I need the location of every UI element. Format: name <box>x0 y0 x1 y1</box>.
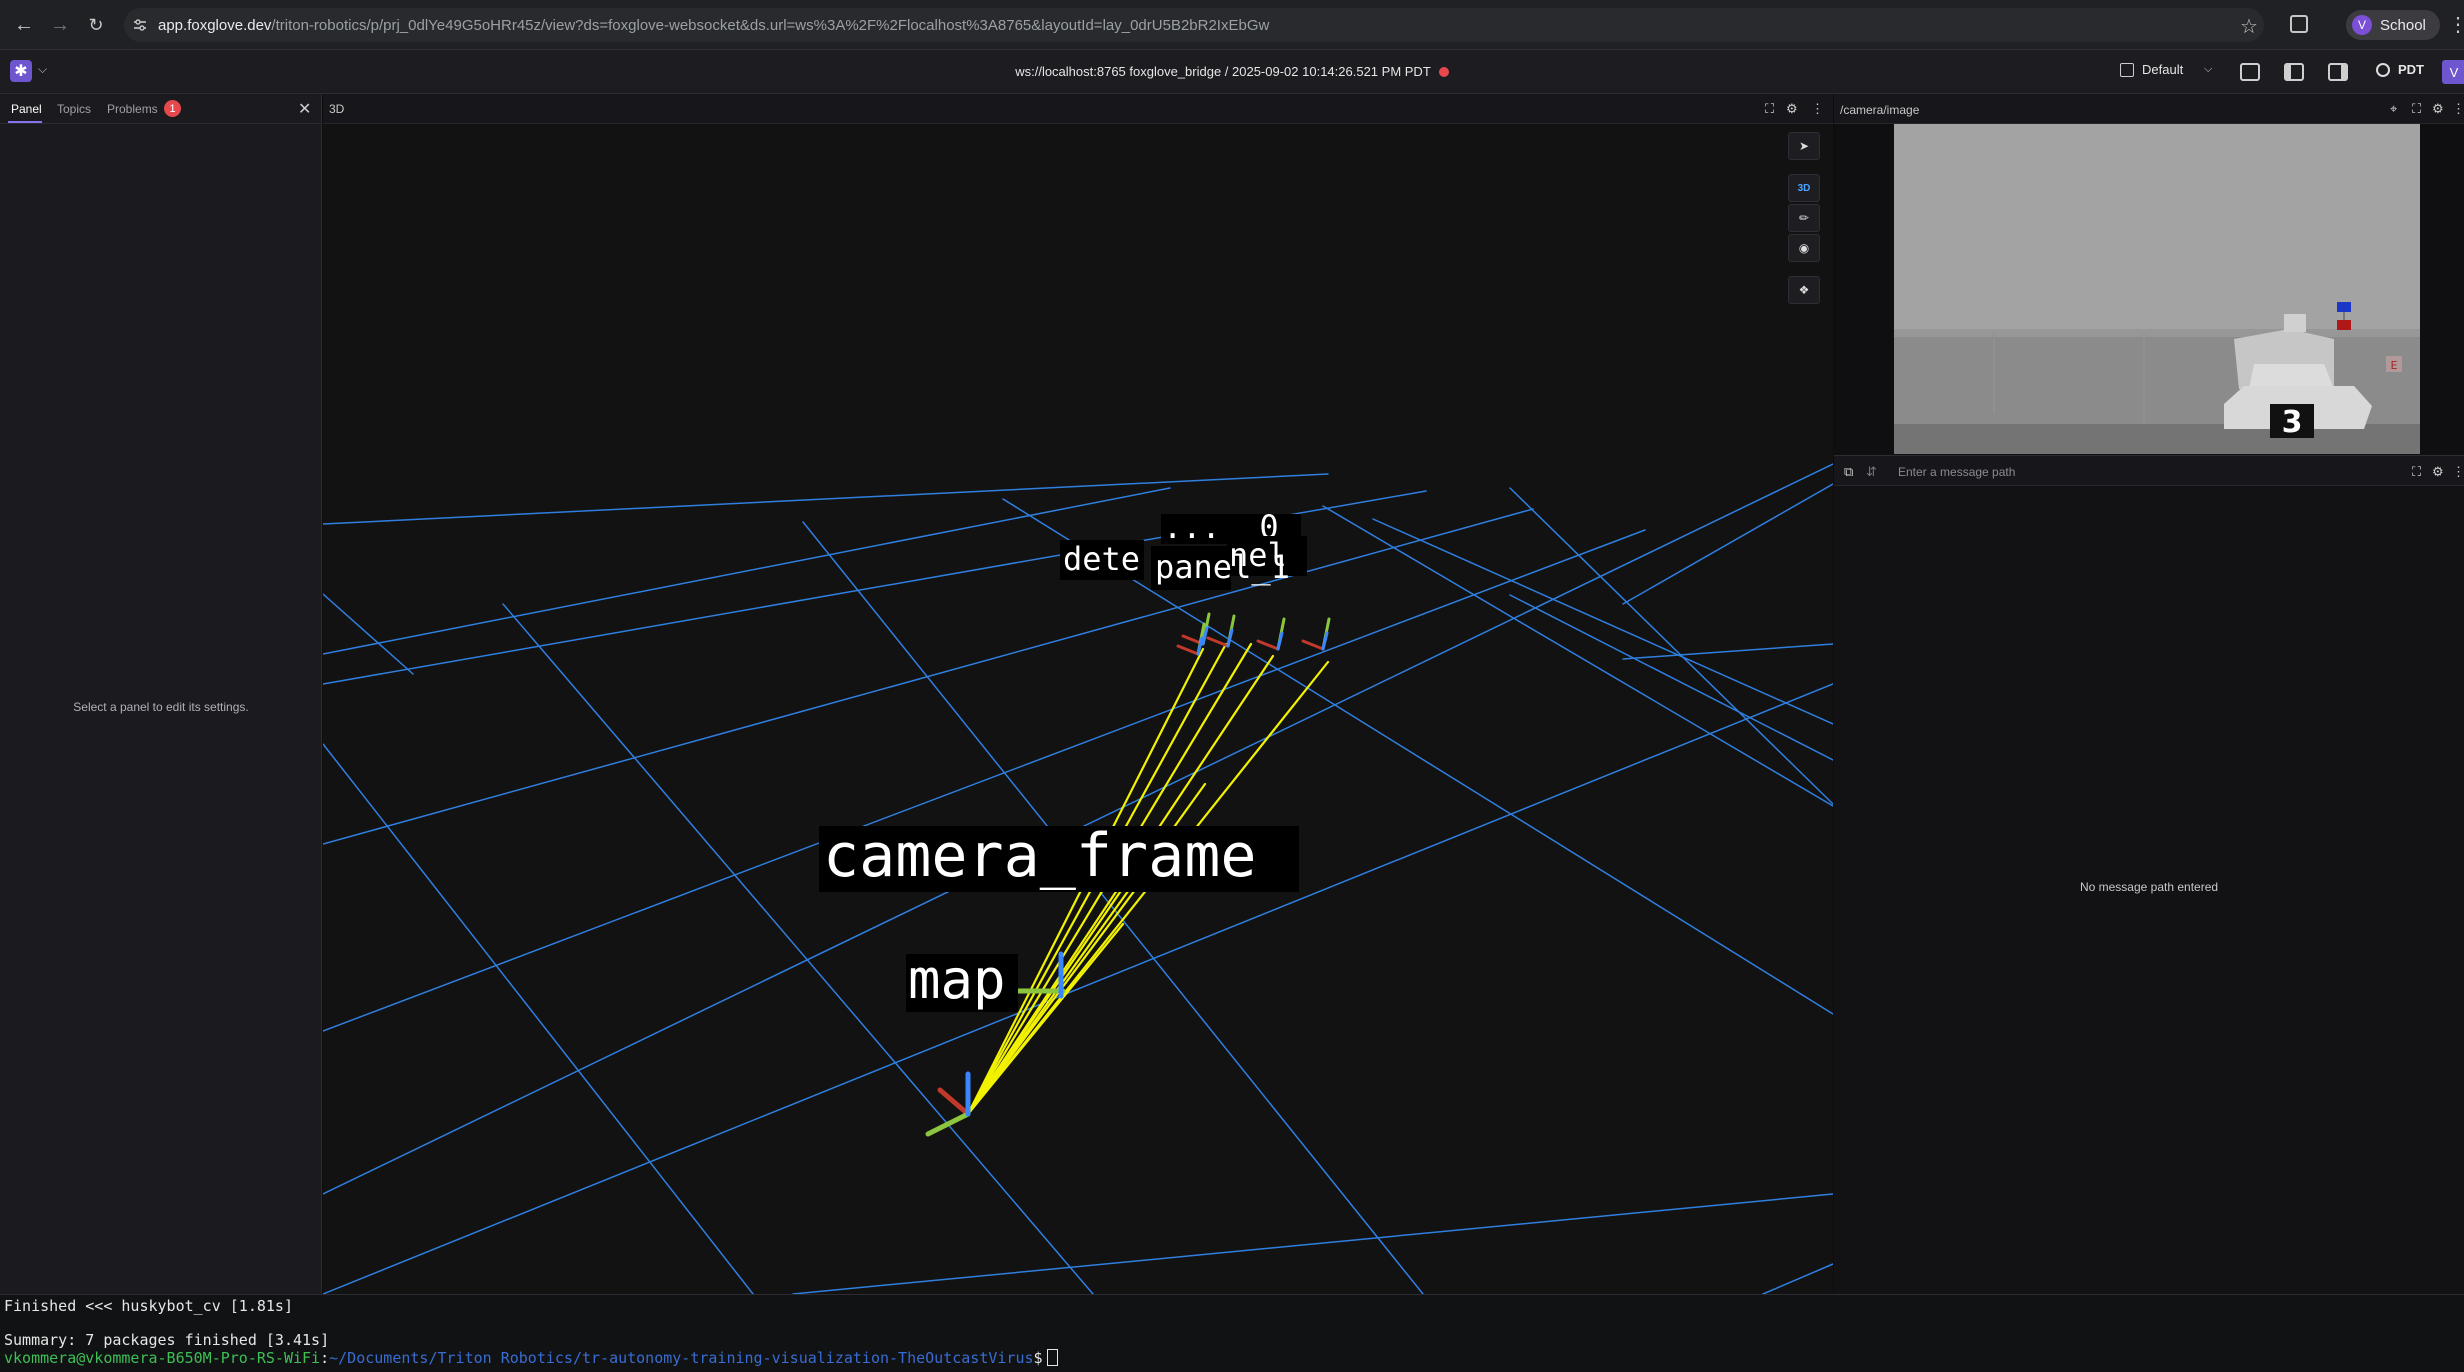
more-icon[interactable]: ⋮ <box>1811 101 1824 117</box>
label-panel-1-text: panel_1 <box>1155 548 1290 586</box>
message-path-input[interactable] <box>1896 462 2316 482</box>
panel-image[interactable]: /camera/image ⌖ ⛶ ⚙ ⋮ 3 E <box>1834 94 2464 456</box>
panel-header: ⧉ ⇵ ⛶ ⚙ ⋮ <box>1834 456 2464 486</box>
copy-icon[interactable]: ⧉ <box>1844 464 1853 480</box>
follow-mode-icon[interactable]: ❖ <box>1788 276 1820 304</box>
connection-status[interactable]: ws://localhost:8765 foxglove_bridge / 20… <box>0 64 2464 79</box>
prompt-symbol: $ <box>1033 1349 1043 1367</box>
sort-icon[interactable]: ⇵ <box>1866 464 1877 480</box>
tab-panel[interactable]: Panel <box>11 102 42 116</box>
terminal-cursor <box>1046 1349 1058 1366</box>
terminal[interactable]: Finished <<< huskybot_cv [1.81s] Summary… <box>0 1294 2464 1372</box>
toggle-3d-button[interactable]: 3D <box>1788 174 1820 202</box>
settings-sidebar: Panel Topics Problems 1 ✕ Select a panel… <box>0 94 322 1294</box>
user-avatar[interactable]: V <box>2442 60 2464 84</box>
terminal-line: Finished <<< huskybot_cv [1.81s] <box>4 1297 293 1315</box>
gear-icon[interactable]: ⚙ <box>2432 101 2444 117</box>
measure-ruler-icon[interactable]: ✏ <box>1788 204 1820 232</box>
label-detection: dete <box>1060 540 1144 580</box>
sidebar-tabs: Panel Topics Problems 1 ✕ <box>0 94 321 124</box>
tab-problems[interactable]: Problems <box>107 102 158 116</box>
layout-selector[interactable]: Default <box>2120 62 2183 77</box>
more-icon[interactable]: ⋮ <box>2452 101 2464 117</box>
prompt-path: ~/Documents/Triton Robotics/tr-autonomy-… <box>329 1349 1034 1367</box>
problems-count-badge: 1 <box>164 100 181 117</box>
label-panel-1: panel_1 <box>1151 546 1290 590</box>
viewport-background <box>323 124 1833 1294</box>
timezone-label: PDT <box>2398 62 2424 77</box>
back-icon[interactable]: ← <box>10 11 38 39</box>
active-tab-indicator <box>8 121 42 123</box>
tab-topics[interactable]: Topics <box>57 102 91 116</box>
camera-image[interactable]: 3 E <box>1894 124 2420 454</box>
prompt-user: vkommera@vkommera-B650M-Pro-RS-WiFi <box>4 1349 321 1367</box>
layout-icon <box>2120 62 2134 77</box>
close-icon[interactable]: ✕ <box>298 99 311 119</box>
bookmark-star-icon[interactable]: ☆ <box>2240 14 2258 39</box>
url-host: app.foxglove.dev <box>158 16 272 34</box>
reload-icon[interactable]: ↻ <box>82 11 110 39</box>
label-detection-prefix: dete <box>1063 540 1140 578</box>
empty-plot-message: No message path entered <box>2079 880 2219 894</box>
publish-point-icon[interactable]: ◉ <box>1788 234 1820 262</box>
timezone-selector[interactable]: PDT <box>2376 62 2424 77</box>
profile-name: School <box>2380 16 2426 34</box>
gear-icon[interactable]: ⚙ <box>1786 101 1798 117</box>
fullscreen-icon[interactable]: ⛶ <box>1765 101 1774 117</box>
browser-menu-icon[interactable]: ⋮ <box>2448 12 2464 37</box>
panel-header: 3D ⛶ ⚙ ⋮ <box>323 94 1833 124</box>
globe-icon <box>2376 62 2390 77</box>
chevron-down-icon[interactable]: ⌵ <box>2204 63 2212 76</box>
label-map-text: map <box>908 948 1006 1011</box>
layout-label: Default <box>2142 62 2184 77</box>
panel-title: /camera/image <box>1840 103 1920 117</box>
address-bar[interactable]: app.foxglove.dev/triton-robotics/p/prj_0… <box>124 8 2264 42</box>
label-camera-frame: camera_frame <box>819 821 1299 892</box>
panel-plot[interactable]: ⧉ ⇵ ⛶ ⚙ ⋮ No message path entered <box>1834 456 2464 1294</box>
select-pointer-icon[interactable]: ➤ <box>1788 132 1820 160</box>
connection-text: ws://localhost:8765 foxglove_bridge / 20… <box>1015 64 1431 79</box>
armor-plate-number: 3 <box>2282 405 2303 440</box>
browser-toolbar: ← → ↻ app.foxglove.dev/triton-robotics/p… <box>0 0 2464 50</box>
more-icon[interactable]: ⋮ <box>2452 464 2464 480</box>
panel-title: 3D <box>329 102 345 116</box>
label-map: map <box>906 948 1018 1012</box>
terminal-line: Summary: 7 packages finished [3.41s] <box>4 1331 330 1349</box>
profile-avatar: V <box>2352 15 2372 35</box>
crosshair-icon[interactable]: ⌖ <box>2390 101 2397 117</box>
3d-viewport[interactable]: ... _0 dete nel panel_1 camera_frame map <box>323 124 1833 1294</box>
gear-icon[interactable]: ⚙ <box>2432 464 2444 480</box>
extensions-icon[interactable] <box>2290 15 2308 33</box>
terminal-prompt[interactable]: vkommera@vkommera-B650M-Pro-RS-WiFi:~/Do… <box>4 1349 1058 1367</box>
panel-3d[interactable]: 3D ⛶ ⚙ ⋮ ... _0 dete nel panel_1 camera_… <box>323 94 1833 1294</box>
right-sidebar-toggle-icon[interactable] <box>2328 63 2348 81</box>
empty-settings-message: Select a panel to edit its settings. <box>73 700 249 714</box>
fullscreen-icon[interactable]: ⛶ <box>2412 464 2421 480</box>
profile-button[interactable]: V School <box>2346 10 2440 40</box>
add-panel-icon[interactable] <box>2240 63 2260 81</box>
panel-header: /camera/image ⌖ ⛶ ⚙ ⋮ <box>1834 94 2464 124</box>
app-toolbar: ✱ ⌵ ws://localhost:8765 foxglove_bridge … <box>0 50 2464 94</box>
fullscreen-icon[interactable]: ⛶ <box>2412 101 2421 117</box>
left-sidebar-toggle-icon[interactable] <box>2284 63 2304 81</box>
label-camera-frame-text: camera_frame <box>823 821 1256 891</box>
site-settings-icon[interactable] <box>132 17 148 33</box>
connection-error-icon[interactable] <box>1438 67 1449 77</box>
url-path: /triton-robotics/p/prj_0dlYe49G5oHRr45z/… <box>271 16 1270 34</box>
side-plate-label: E <box>2391 359 2398 372</box>
viewport-toolbar: ➤ 3D ✏ ◉ ❖ <box>1788 132 1822 306</box>
forward-icon[interactable]: → <box>46 11 74 39</box>
